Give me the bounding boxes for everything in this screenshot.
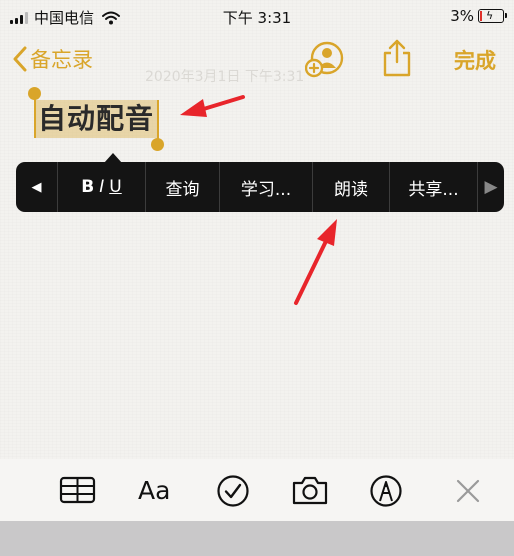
note-date: 2020年3月1日 下午3:31 — [145, 69, 305, 85]
selection-start-line — [34, 98, 36, 138]
back-button[interactable]: 备忘录 — [12, 44, 93, 74]
add-person-icon[interactable] — [305, 40, 345, 78]
annotation-arrow-title — [180, 95, 245, 117]
selected-text[interactable]: 自动配音 — [35, 100, 158, 138]
keyboard-area — [0, 521, 514, 556]
table-icon[interactable] — [59, 474, 96, 506]
menu-next-button[interactable]: ▶ — [478, 162, 504, 212]
annotation-arrow-speak — [294, 219, 337, 305]
bold-label: B — [81, 177, 95, 197]
status-bar: 中国电信 下午 3:31 3% ϟ — [0, 0, 514, 32]
menu-share-button[interactable]: 共享... — [390, 162, 478, 212]
selected-title[interactable]: 自动配音 — [35, 100, 158, 138]
chevron-left-icon — [13, 46, 27, 72]
text-style-button[interactable]: Aa — [138, 476, 170, 505]
menu-speak-button[interactable]: 朗读 — [313, 162, 390, 212]
selection-end-handle[interactable] — [151, 138, 164, 151]
underline-label: U — [109, 177, 122, 197]
menu-format-button[interactable]: B I U — [58, 162, 146, 212]
menu-prev-button[interactable]: ◀ — [16, 162, 58, 212]
menu-learn-button[interactable]: 学习... — [220, 162, 313, 212]
share-icon[interactable] — [380, 38, 414, 78]
status-right: 3% ϟ — [450, 7, 507, 25]
menu-pointer — [104, 153, 122, 163]
checklist-icon[interactable] — [216, 474, 250, 508]
status-time: 下午 3:31 — [222, 9, 292, 27]
italic-label: I — [99, 177, 105, 197]
menu-lookup-button[interactable]: 查询 — [146, 162, 220, 212]
bottom-toolbar: Aa — [0, 459, 514, 521]
markup-pen-icon[interactable] — [369, 474, 403, 508]
back-label: 备忘录 — [30, 48, 93, 72]
camera-icon[interactable] — [291, 474, 329, 506]
done-button[interactable]: 完成 — [454, 45, 496, 75]
charging-bolt-icon: ϟ — [486, 9, 494, 22]
close-icon[interactable] — [455, 478, 481, 504]
battery-percent: 3% — [450, 7, 474, 25]
battery-icon: ϟ — [478, 9, 507, 23]
edit-context-menu: ◀ B I U 查询 学习... 朗读 共享... ▶ — [16, 153, 504, 212]
selection-end-line — [157, 100, 159, 140]
